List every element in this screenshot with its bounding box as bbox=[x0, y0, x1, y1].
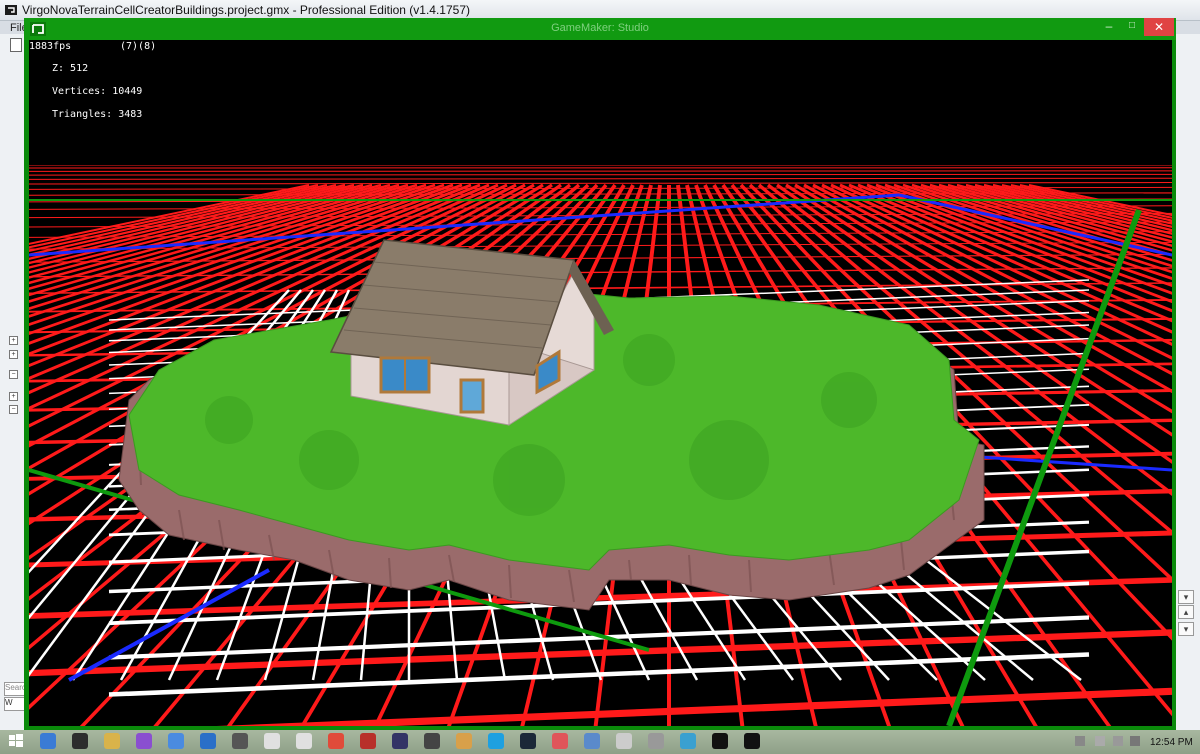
gm-taskbar-icon[interactable] bbox=[712, 733, 728, 749]
taskbar-clock: 12:54 PM bbox=[1150, 737, 1193, 748]
game-viewport[interactable]: 1883fps (7)(8) Z: 512 Vertices: 10449 Tr… bbox=[29, 40, 1172, 726]
windows-start-icon[interactable] bbox=[8, 733, 24, 749]
game-window: GameMaker: Studio – □ ✕ 1883fps (7)(8) Z… bbox=[24, 18, 1176, 730]
vertices-readout: Vertices: 10449 bbox=[52, 86, 143, 97]
save2-icon[interactable] bbox=[296, 733, 312, 749]
sky bbox=[29, 40, 1172, 165]
debug-counter: (7)(8) bbox=[120, 41, 157, 52]
minimize-button[interactable]: – bbox=[1098, 19, 1120, 35]
steam-icon[interactable] bbox=[520, 733, 536, 749]
gm-icon[interactable] bbox=[72, 733, 88, 749]
app3-icon[interactable] bbox=[424, 733, 440, 749]
ie-icon[interactable] bbox=[40, 733, 56, 749]
gm-runner-icon[interactable] bbox=[744, 733, 760, 749]
save-icon[interactable] bbox=[264, 733, 280, 749]
fps-readout: 1883fps bbox=[29, 41, 72, 52]
grid-line bbox=[29, 170, 1172, 172]
app2-icon[interactable] bbox=[392, 733, 408, 749]
app-icon[interactable] bbox=[136, 733, 152, 749]
scroll-button[interactable]: ▾ bbox=[1178, 590, 1194, 604]
tree-expander[interactable]: − bbox=[9, 370, 18, 379]
game-window-titlebar[interactable]: GameMaker: Studio – □ ✕ bbox=[24, 18, 1176, 40]
tree-expander[interactable]: + bbox=[9, 392, 18, 401]
app6-icon[interactable] bbox=[616, 733, 632, 749]
resource-tree-item[interactable]: W bbox=[4, 697, 26, 711]
grid-line bbox=[29, 182, 1172, 185]
resource-tree-panel bbox=[0, 34, 25, 730]
scroll-button[interactable]: ▾ bbox=[1178, 622, 1194, 636]
folder-icon[interactable] bbox=[104, 733, 120, 749]
media-icon[interactable] bbox=[232, 733, 248, 749]
ie2-icon[interactable] bbox=[200, 733, 216, 749]
z-readout: Z: 512 bbox=[52, 63, 89, 74]
game-icon[interactable] bbox=[680, 733, 696, 749]
app4-icon[interactable] bbox=[456, 733, 472, 749]
app7-icon[interactable] bbox=[648, 733, 664, 749]
tree-expander[interactable]: − bbox=[9, 405, 18, 414]
grid-line bbox=[29, 173, 1172, 176]
skype-icon[interactable] bbox=[488, 733, 504, 749]
resource-search-input[interactable]: Search bbox=[4, 682, 26, 696]
close-button[interactable]: ✕ bbox=[1144, 18, 1174, 36]
ladybug-icon[interactable] bbox=[360, 733, 376, 749]
tray-network-icon[interactable] bbox=[1075, 736, 1085, 746]
tray-volume-icon[interactable] bbox=[1095, 736, 1105, 746]
tray-flag-icon[interactable] bbox=[1113, 736, 1123, 746]
tree-expander[interactable]: + bbox=[9, 350, 18, 359]
new-file-icon[interactable] bbox=[10, 38, 22, 52]
maximize-button[interactable]: □ bbox=[1121, 19, 1143, 35]
grid-line bbox=[29, 177, 1172, 180]
gamemaker-app-icon bbox=[5, 5, 17, 15]
tree-expander[interactable]: + bbox=[9, 336, 18, 345]
chrome-icon[interactable] bbox=[328, 733, 344, 749]
tray-battery-icon[interactable] bbox=[1130, 736, 1140, 746]
browser-icon[interactable] bbox=[168, 733, 184, 749]
ide-window-title: VirgoNovaTerrainCellCreatorBuildings.pro… bbox=[22, 3, 470, 17]
triangles-readout: Triangles: 3483 bbox=[52, 109, 143, 120]
app5-icon[interactable] bbox=[584, 733, 600, 749]
scroll-button[interactable]: ▴ bbox=[1178, 605, 1194, 619]
cat-icon[interactable] bbox=[552, 733, 568, 749]
house-door bbox=[459, 378, 485, 414]
terrain-scene[interactable] bbox=[29, 40, 1172, 726]
game-window-title: GameMaker: Studio bbox=[551, 22, 649, 34]
